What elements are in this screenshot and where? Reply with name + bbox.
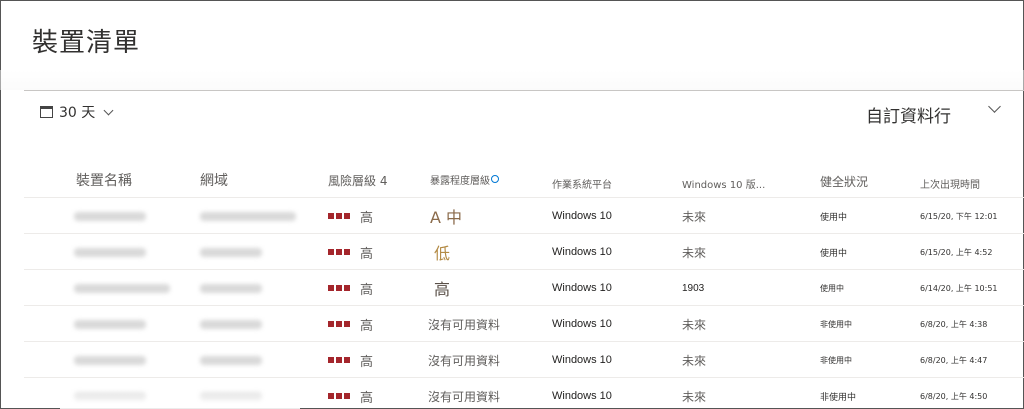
health-state: 非使用中 bbox=[820, 319, 852, 329]
domain-redacted bbox=[200, 355, 262, 365]
chevron-down-icon bbox=[103, 105, 114, 115]
column-header-os-platform[interactable]: 作業系統平台 bbox=[552, 176, 612, 191]
table-row[interactable]: 高 沒有可用資料 Windows 10 未來 非使用中 6/8/20, 上午 4… bbox=[24, 306, 1024, 342]
last-seen: 6/8/20, 上午 4:47 bbox=[920, 355, 988, 365]
risk-level-text: 高 bbox=[360, 318, 374, 334]
risk-level-text: 高 bbox=[360, 246, 374, 262]
health-state: 非使用中 bbox=[820, 355, 852, 365]
last-seen: 6/15/20, 下午 12:01 bbox=[920, 211, 998, 221]
device-name-redacted[interactable] bbox=[74, 283, 170, 293]
date-range-filter[interactable]: 30 天 bbox=[40, 102, 114, 122]
domain-redacted bbox=[200, 211, 296, 221]
exposure-level: 沒有可用資料 bbox=[428, 353, 501, 368]
os-platform: Windows 10 bbox=[552, 390, 612, 402]
domain-redacted bbox=[200, 247, 262, 257]
device-name-redacted[interactable] bbox=[74, 211, 146, 221]
column-header-domain[interactable]: 網域 bbox=[200, 170, 228, 190]
risk-level-text: 高 bbox=[360, 210, 374, 226]
bottom-fade bbox=[60, 380, 300, 409]
table-row[interactable]: 高 低 Windows 10 未來 使用中 6/15/20, 上午 4:52 bbox=[24, 234, 1024, 270]
device-name-redacted[interactable] bbox=[74, 319, 146, 329]
health-state: 使用中 bbox=[820, 212, 848, 223]
header-shade bbox=[0, 70, 1024, 90]
customize-columns-button[interactable]: 自訂資料行 bbox=[866, 102, 951, 127]
info-icon[interactable] bbox=[491, 175, 499, 183]
column-header-health-state[interactable]: 健全狀況 bbox=[820, 173, 868, 190]
table-row[interactable]: 高 A 中 Windows 10 未來 使用中 6/15/20, 下午 12:0… bbox=[24, 198, 1024, 234]
os-platform: Windows 10 bbox=[552, 354, 612, 366]
os-platform: Windows 10 bbox=[552, 210, 612, 222]
column-header-last-seen[interactable]: 上次出現時間 bbox=[920, 176, 980, 191]
last-seen: 6/8/20, 上午 4:38 bbox=[920, 319, 988, 329]
exposure-level: A 中 bbox=[430, 208, 463, 227]
exposure-level: 低 bbox=[434, 244, 451, 263]
domain-redacted bbox=[200, 283, 262, 293]
windows-version: 未來 bbox=[682, 245, 707, 260]
risk-level-bars bbox=[328, 213, 350, 219]
device-name-redacted[interactable] bbox=[74, 355, 146, 365]
risk-level-bars bbox=[328, 249, 350, 255]
risk-level-text: 高 bbox=[360, 354, 374, 370]
health-state: 使用中 bbox=[820, 248, 848, 259]
device-name-redacted[interactable] bbox=[74, 247, 146, 257]
column-header-exposure-level[interactable]: 暴露程度層級 bbox=[430, 172, 499, 187]
date-range-label: 30 天 bbox=[59, 105, 96, 121]
os-platform: Windows 10 bbox=[552, 282, 612, 294]
windows-version: 未來 bbox=[682, 209, 707, 224]
windows-version: 未來 bbox=[682, 389, 707, 404]
last-seen: 6/15/20, 上午 4:52 bbox=[920, 247, 993, 257]
risk-level-text: 高 bbox=[360, 390, 374, 406]
page-title: 裝置清單 bbox=[32, 28, 141, 58]
health-state: 使用中 bbox=[820, 283, 844, 293]
domain-redacted bbox=[200, 319, 262, 329]
column-header-windows-version[interactable]: Windows 10 版... bbox=[682, 176, 765, 191]
os-platform: Windows 10 bbox=[552, 318, 612, 330]
windows-version: 未來 bbox=[682, 353, 707, 368]
calendar-icon bbox=[40, 106, 53, 118]
risk-level-bars bbox=[328, 321, 350, 327]
health-state: 非使用中 bbox=[820, 392, 857, 403]
column-header-exposure-label: 暴露程度層級 bbox=[430, 176, 490, 187]
exposure-level: 沒有可用資料 bbox=[428, 389, 501, 404]
exposure-level: 沒有可用資料 bbox=[428, 317, 501, 332]
os-platform: Windows 10 bbox=[552, 246, 612, 258]
risk-level-bars bbox=[328, 357, 350, 363]
column-header-device-name[interactable]: 裝置名稱 bbox=[76, 170, 132, 190]
risk-level-bars bbox=[328, 285, 350, 291]
exposure-level: 高 bbox=[434, 280, 451, 299]
table-row[interactable]: 高 沒有可用資料 Windows 10 未來 非使用中 6/8/20, 上午 4… bbox=[24, 342, 1024, 378]
risk-level-text: 高 bbox=[360, 282, 374, 298]
windows-version: 1903 bbox=[682, 282, 705, 294]
table-row[interactable]: 高 高 Windows 10 1903 使用中 6/14/20, 上午 10:5… bbox=[24, 270, 1024, 306]
windows-version: 未來 bbox=[682, 317, 707, 332]
last-seen: 6/14/20, 上午 10:51 bbox=[920, 283, 998, 293]
header-divider bbox=[24, 90, 1024, 91]
risk-level-bars bbox=[328, 393, 350, 399]
last-seen: 6/8/20, 上午 4:50 bbox=[920, 391, 988, 401]
column-header-risk-level[interactable]: 風險層級 4 bbox=[328, 172, 387, 189]
